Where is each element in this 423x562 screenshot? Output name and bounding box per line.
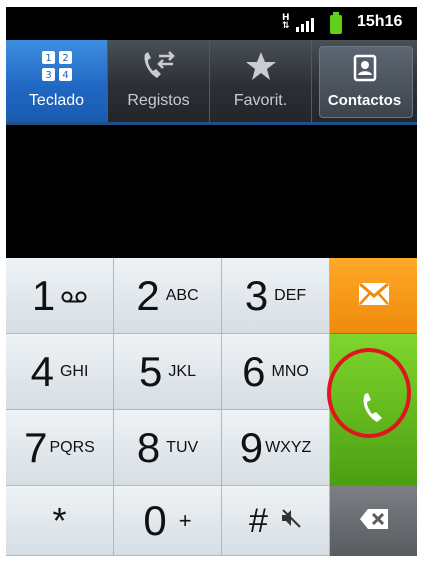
status-clock: 15h16 xyxy=(357,13,403,30)
key-digit: 9 xyxy=(239,423,264,471)
key-6[interactable]: 6 MNO xyxy=(222,334,330,410)
message-button[interactable] xyxy=(330,258,417,334)
key-digit: 8 xyxy=(136,423,161,471)
key-letters: GHI xyxy=(59,362,89,380)
key-4[interactable]: 4 GHI xyxy=(6,334,114,410)
contacts-icon xyxy=(312,54,417,86)
key-letters: TUV xyxy=(166,438,199,456)
phone-icon xyxy=(359,391,389,429)
tab-keypad-label: Teclado xyxy=(28,92,85,109)
key-hash[interactable]: # xyxy=(222,486,330,556)
tab-favorites-label: Favorit. xyxy=(233,92,288,109)
key-letters: WXYZ xyxy=(265,438,312,456)
key-digit: 5 xyxy=(139,347,163,395)
key-digit: 1 xyxy=(31,271,56,319)
key-5[interactable]: 5 JKL xyxy=(114,334,222,410)
key-letters: + xyxy=(178,507,192,533)
key-digit: 2 xyxy=(136,271,160,319)
key-digit: 4 xyxy=(30,347,54,395)
key-letters: DEF xyxy=(274,286,307,304)
signal-strength-icon xyxy=(296,18,320,32)
key-star[interactable]: * xyxy=(6,486,114,556)
tab-contacts-label: Contactos xyxy=(327,92,402,109)
tab-contacts[interactable]: Contactos xyxy=(312,40,417,122)
network-type-icon: H ⇅ xyxy=(282,13,290,31)
voicemail-icon xyxy=(61,284,87,308)
envelope-icon xyxy=(357,281,391,311)
key-digit: * xyxy=(52,499,67,541)
key-1[interactable]: 1 xyxy=(6,258,114,334)
key-8[interactable]: 8 TUV xyxy=(114,410,222,486)
key-digit: 3 xyxy=(244,271,269,319)
star-icon xyxy=(210,50,311,82)
backspace-icon xyxy=(359,508,389,534)
tab-keypad[interactable]: 1 2 3 4 Teclado xyxy=(6,40,108,122)
key-letters: PQRS xyxy=(49,438,95,456)
key-9[interactable]: 9 WXYZ xyxy=(222,410,330,486)
tab-call-log-label: Registos xyxy=(127,92,190,109)
key-letters: JKL xyxy=(168,362,196,380)
call-log-icon xyxy=(108,50,209,82)
svg-text:1: 1 xyxy=(45,53,51,64)
svg-text:3: 3 xyxy=(45,70,51,81)
key-digit: 6 xyxy=(242,347,266,395)
key-letters: ABC xyxy=(165,286,199,304)
delete-button[interactable] xyxy=(330,486,417,556)
key-2[interactable]: 2 ABC xyxy=(114,258,222,334)
svg-text:2: 2 xyxy=(62,53,68,64)
call-button[interactable] xyxy=(330,334,417,486)
key-7[interactable]: 7 PQRS xyxy=(6,410,114,486)
phone-screen: H ⇅ 15h16 1 2 3 4 Teclado Registos Favor… xyxy=(6,7,417,556)
battery-icon xyxy=(330,12,342,34)
tab-bar: 1 2 3 4 Teclado Registos Favorit. Contac… xyxy=(6,40,417,125)
key-0[interactable]: 0 + xyxy=(114,486,222,556)
mute-icon xyxy=(280,507,302,534)
key-digit: 0 xyxy=(143,496,167,544)
status-bar: H ⇅ 15h16 xyxy=(6,7,417,40)
tab-favorites[interactable]: Favorit. xyxy=(210,40,312,122)
key-digit: # xyxy=(249,501,268,540)
key-digit: 7 xyxy=(24,423,48,471)
tab-call-log[interactable]: Registos xyxy=(108,40,210,122)
number-display[interactable] xyxy=(6,125,417,258)
key-3[interactable]: 3 DEF xyxy=(222,258,330,334)
keypad-icon: 1 2 3 4 xyxy=(6,50,107,82)
key-letters: MNO xyxy=(271,362,309,380)
dialpad: 1 2 ABC 3 DEF 4 GHI 5 JKL 6 MNO 7 PQRS 8… xyxy=(6,258,417,556)
svg-text:4: 4 xyxy=(62,70,68,81)
